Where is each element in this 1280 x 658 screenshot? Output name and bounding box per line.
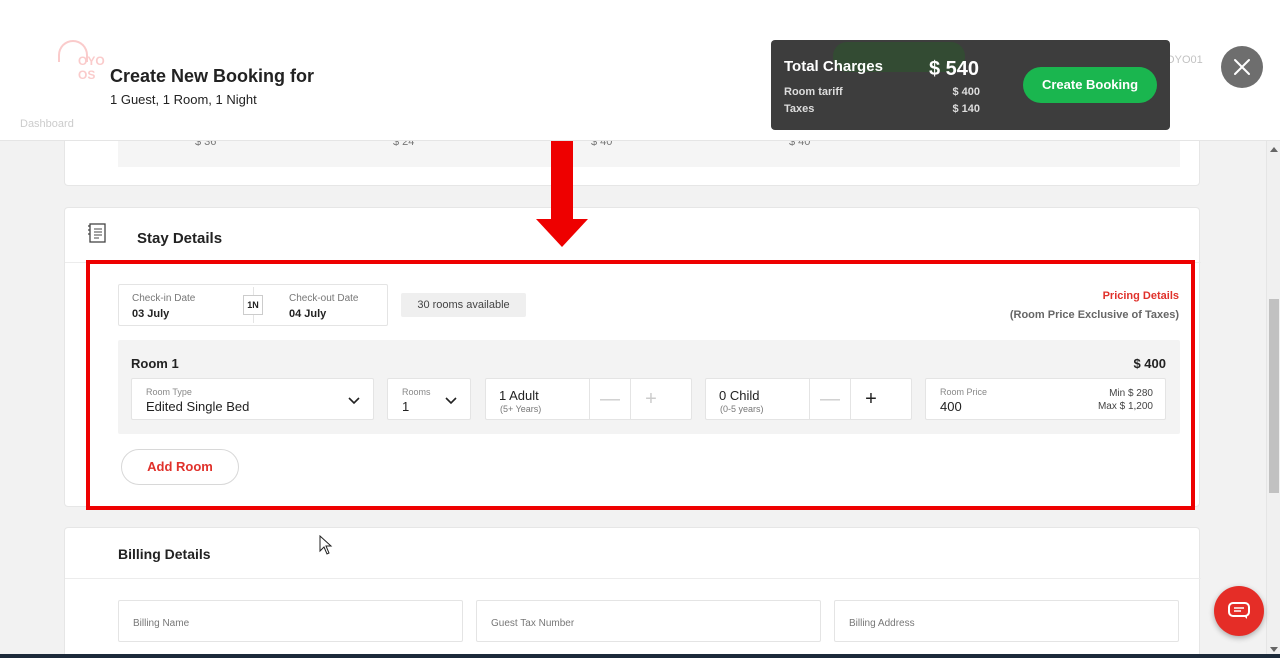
child-age-note: (0-5 years) — [720, 404, 764, 414]
taxes-label: Taxes — [784, 103, 815, 115]
chevron-down-icon — [445, 397, 457, 405]
rooms-value: 1 — [402, 399, 410, 414]
taskbar-strip — [0, 654, 1280, 658]
total-charges-value: $ 540 — [929, 58, 980, 80]
room-type-value: Edited Single Bed — [146, 399, 250, 414]
adult-count: 1 Adult — [499, 388, 539, 403]
date-range-picker[interactable]: Check-in Date 03 July 1N Check-out Date … — [118, 284, 388, 326]
scrollbar-thumb[interactable] — [1269, 299, 1279, 493]
add-room-button[interactable]: Add Room — [121, 449, 239, 485]
adult-increment-button[interactable]: + — [630, 379, 671, 419]
close-button[interactable] — [1221, 46, 1263, 88]
room-price-label: Room Price — [940, 387, 988, 397]
taxes-row: Taxes $ 140 — [784, 103, 980, 115]
room-row: Room 1 $ 400 Room Type Edited Single Bed… — [118, 340, 1180, 434]
chat-icon — [1228, 602, 1250, 619]
room-type-select[interactable]: Room Type Edited Single Bed — [131, 378, 374, 420]
billing-details-card: Billing Details Billing Name Guest Tax N… — [64, 527, 1201, 658]
adult-decrement-button[interactable]: — — [589, 379, 630, 419]
room-price-value: 400 — [940, 399, 962, 414]
billing-address-input[interactable]: Billing Address — [834, 600, 1179, 642]
child-count: 0 Child — [719, 388, 760, 403]
room-tariff-value: $ 400 — [952, 86, 980, 98]
max-price: Max $ 1,200 — [1097, 401, 1153, 412]
booking-summary: 1 Guest, 1 Room, 1 Night — [110, 92, 257, 107]
checkout-label: Check-out Date — [289, 293, 359, 304]
billing-name-input[interactable]: Billing Name — [118, 600, 463, 642]
room-tariff-label: Room tariff — [784, 86, 843, 98]
checkin-value: 03 July — [132, 308, 170, 320]
billing-details-title: Billing Details — [118, 546, 211, 562]
room-title: Room 1 — [131, 356, 179, 371]
adult-stepper: 1 Adult (5+ Years) — + — [485, 378, 692, 420]
availability-badge: 30 rooms available — [401, 293, 526, 317]
adult-age-note: (5+ Years) — [500, 404, 542, 414]
page-title: Create New Booking for — [110, 66, 315, 86]
document-icon — [88, 223, 106, 243]
room-type-label: Room Type — [146, 387, 192, 397]
red-arrow-annotation — [536, 123, 588, 247]
total-charges-label: Total Charges — [784, 58, 883, 75]
divider — [65, 262, 1201, 263]
stay-details-card: Stay Details Check-in Date 03 July 1N Ch… — [64, 207, 1201, 507]
room-total-price: $ 400 — [1133, 356, 1166, 371]
checkin-label: Check-in Date — [132, 293, 196, 304]
rooms-select[interactable]: Rooms 1 — [387, 378, 471, 420]
total-charges-panel: Total Charges $ 540 Room tariff $ 400 Ta… — [771, 40, 1170, 130]
child-decrement-button[interactable]: — — [809, 379, 850, 419]
child-increment-button[interactable]: + — [850, 379, 891, 419]
create-booking-button[interactable]: Create Booking — [1023, 67, 1157, 103]
taxes-value: $ 140 — [952, 103, 980, 115]
checkout-value: 04 July — [289, 308, 327, 320]
close-icon — [1234, 59, 1250, 75]
pricing-details-link[interactable]: Pricing Details — [1103, 290, 1179, 302]
chat-button[interactable] — [1214, 586, 1264, 636]
scrollbar[interactable] — [1266, 141, 1280, 658]
ghost-dashboard-link: Dashboard — [20, 118, 74, 130]
rooms-label: Rooms — [402, 387, 431, 397]
guest-tax-number-input[interactable]: Guest Tax Number — [476, 600, 821, 642]
mouse-cursor-icon — [319, 535, 333, 555]
min-price: Min $ 280 — [1109, 388, 1153, 399]
room-tariff-row: Room tariff $ 400 — [784, 86, 980, 98]
nights-badge: 1N — [243, 295, 263, 315]
child-stepper: 0 Child (0-5 years) — + — [705, 378, 912, 420]
pricing-note: (Room Price Exclusive of Taxes) — [1009, 309, 1179, 321]
scroll-down-icon[interactable] — [1270, 647, 1278, 652]
stay-details-title: Stay Details — [137, 230, 223, 247]
scroll-up-icon[interactable] — [1270, 147, 1278, 152]
chevron-down-icon — [348, 397, 360, 405]
divider — [65, 578, 1201, 579]
room-price-input[interactable]: Room Price 400 Min $ 280 Max $ 1,200 — [925, 378, 1166, 420]
